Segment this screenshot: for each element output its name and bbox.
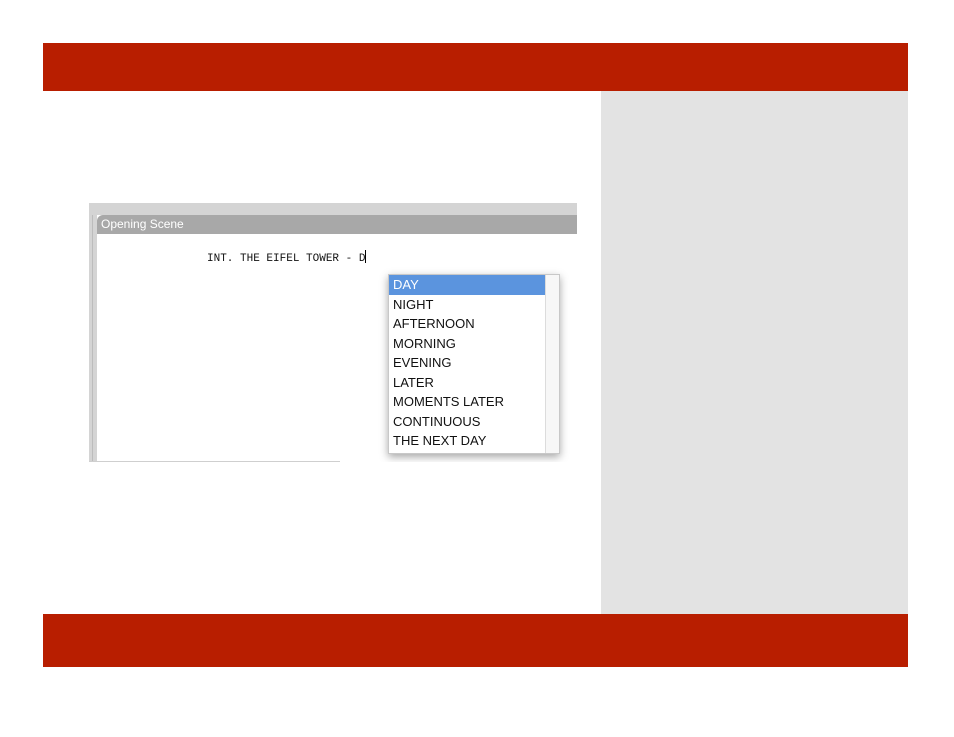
autocomplete-item[interactable]: MOMENTS LATER <box>389 392 546 412</box>
window-title: Opening Scene <box>97 215 577 234</box>
autocomplete-dropdown[interactable]: DAY NIGHT AFTERNOON MORNING EVENING LATE… <box>388 274 560 454</box>
side-panel <box>601 91 908 614</box>
editor-body[interactable] <box>97 234 337 462</box>
window-edge-line <box>92 215 93 462</box>
script-editor-window: Opening Scene INT. THE EIFEL TOWER - D D… <box>97 215 577 462</box>
top-accent-bar <box>43 43 908 91</box>
autocomplete-item[interactable]: THE NEXT DAY <box>389 431 546 451</box>
autocomplete-item[interactable]: MORNING <box>389 334 546 354</box>
autocomplete-item[interactable]: LATER <box>389 373 546 393</box>
autocomplete-item[interactable]: EVENING <box>389 353 546 373</box>
autocomplete-scrollbar[interactable] <box>545 275 559 453</box>
autocomplete-item[interactable]: NIGHT <box>389 295 546 315</box>
autocomplete-item[interactable]: AFTERNOON <box>389 314 546 334</box>
scene-heading-text[interactable]: INT. THE EIFEL TOWER - D <box>207 253 365 265</box>
autocomplete-item[interactable]: CONTINUOUS <box>389 412 546 432</box>
app-screenshot: Opening Scene INT. THE EIFEL TOWER - D D… <box>89 203 577 462</box>
window-frame-left <box>89 203 97 462</box>
autocomplete-list: DAY NIGHT AFTERNOON MORNING EVENING LATE… <box>389 275 546 451</box>
bottom-accent-bar <box>43 614 908 667</box>
autocomplete-item[interactable]: DAY <box>389 275 546 295</box>
scene-heading-line[interactable]: INT. THE EIFEL TOWER - D <box>207 250 367 265</box>
editor-bottom-edge <box>89 461 340 462</box>
text-caret <box>365 250 367 263</box>
window-frame-top <box>89 203 577 215</box>
